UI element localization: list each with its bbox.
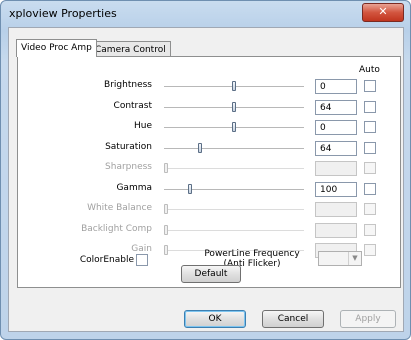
ok-button[interactable]: OK	[184, 310, 246, 328]
brightness-slider-thumb[interactable]	[232, 81, 236, 91]
backlight-comp-value-field	[315, 223, 357, 238]
cancel-button[interactable]: Cancel	[262, 310, 324, 328]
contrast-slider-thumb[interactable]	[232, 102, 236, 112]
saturation-label: Saturation	[105, 142, 152, 152]
sharpness-value-field	[315, 161, 357, 176]
sharpness-slider-thumb	[164, 163, 168, 173]
backlight-comp-slider-thumb	[164, 225, 168, 235]
gain-label: Gain	[131, 244, 152, 254]
default-button[interactable]: Default	[181, 265, 241, 283]
close-icon: ✕	[378, 5, 388, 18]
hue-slider-thumb[interactable]	[232, 122, 236, 132]
tab-camera-control[interactable]: Camera Control	[90, 41, 171, 57]
hue-label: Hue	[133, 121, 152, 131]
powerline-frequency-dropdown[interactable]: ▼	[318, 251, 362, 266]
brightness-slider[interactable]	[164, 81, 304, 91]
video-proc-amp-panel: Auto Brightness 0 Contrast 64 Hue 0 Saturation…	[17, 56, 401, 288]
saturation-slider[interactable]	[164, 143, 304, 153]
sharpness-slider	[164, 163, 304, 173]
gain-auto-checkbox	[364, 244, 376, 256]
contrast-label: Contrast	[113, 101, 152, 111]
gamma-slider[interactable]	[164, 184, 304, 194]
gamma-auto-checkbox[interactable]	[364, 183, 376, 195]
hue-slider[interactable]	[164, 122, 304, 132]
dialog-client-area: Video Proc Amp Camera Control Auto Brigh…	[8, 27, 404, 332]
white-balance-auto-checkbox	[364, 203, 376, 215]
contrast-auto-checkbox[interactable]	[364, 101, 376, 113]
tab-label: Camera Control	[95, 45, 166, 55]
saturation-slider-thumb[interactable]	[198, 143, 202, 153]
contrast-slider[interactable]	[164, 102, 304, 112]
tab-label: Video Proc Amp	[21, 43, 92, 53]
close-button[interactable]: ✕	[362, 3, 404, 22]
auto-header: Auto	[359, 65, 380, 75]
gamma-label: Gamma	[116, 183, 152, 193]
color-enable-label: ColorEnable	[79, 255, 134, 265]
chevron-down-icon: ▼	[348, 252, 361, 265]
sharpness-auto-checkbox	[364, 162, 376, 174]
cancel-button-label: Cancel	[277, 314, 309, 324]
default-button-label: Default	[194, 269, 228, 279]
color-enable-checkbox[interactable]	[136, 254, 148, 266]
saturation-value-field[interactable]: 64	[315, 141, 357, 156]
apply-button-label: Apply	[355, 314, 381, 324]
backlight-comp-label: Backlight Comp	[81, 224, 152, 234]
gamma-slider-thumb[interactable]	[188, 184, 192, 194]
backlight-comp-slider	[164, 225, 304, 235]
saturation-auto-checkbox[interactable]	[364, 142, 376, 154]
contrast-value-field[interactable]: 64	[315, 100, 357, 115]
hue-value-field[interactable]: 0	[315, 120, 357, 135]
white-balance-value-field	[315, 202, 357, 217]
white-balance-slider-thumb	[164, 204, 168, 214]
powerline-label-line1: PowerLine Frequency	[204, 249, 300, 259]
tab-video-proc-amp[interactable]: Video Proc Amp	[16, 39, 97, 57]
apply-button[interactable]: Apply	[340, 310, 396, 328]
gamma-value-field[interactable]: 100	[315, 182, 357, 197]
sharpness-label: Sharpness	[105, 162, 152, 172]
brightness-value-field[interactable]: 0	[315, 79, 357, 94]
gain-slider-thumb	[164, 245, 168, 255]
window-title: xploview Properties	[9, 7, 117, 20]
ok-button-label: OK	[208, 314, 222, 324]
title-bar[interactable]: xploview Properties ✕	[1, 1, 410, 27]
brightness-label: Brightness	[104, 80, 152, 90]
white-balance-slider	[164, 204, 304, 214]
properties-window: xploview Properties ✕ Video Proc Amp Cam…	[0, 0, 411, 340]
hue-auto-checkbox[interactable]	[364, 121, 376, 133]
backlight-comp-auto-checkbox	[364, 224, 376, 236]
white-balance-label: White Balance	[87, 203, 152, 213]
brightness-auto-checkbox[interactable]	[364, 80, 376, 92]
